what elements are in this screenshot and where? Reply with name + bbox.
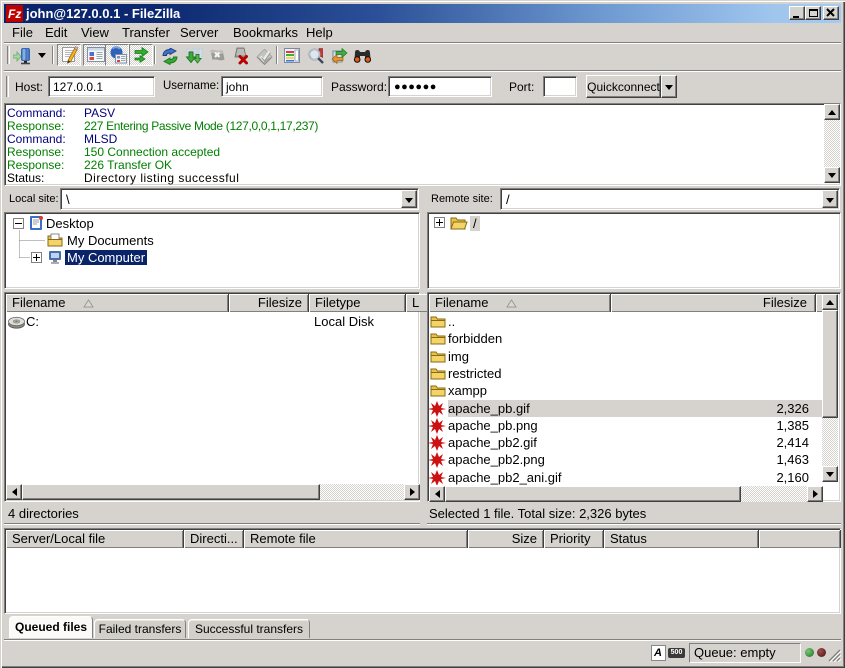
svg-text:Fz: Fz	[8, 7, 21, 21]
